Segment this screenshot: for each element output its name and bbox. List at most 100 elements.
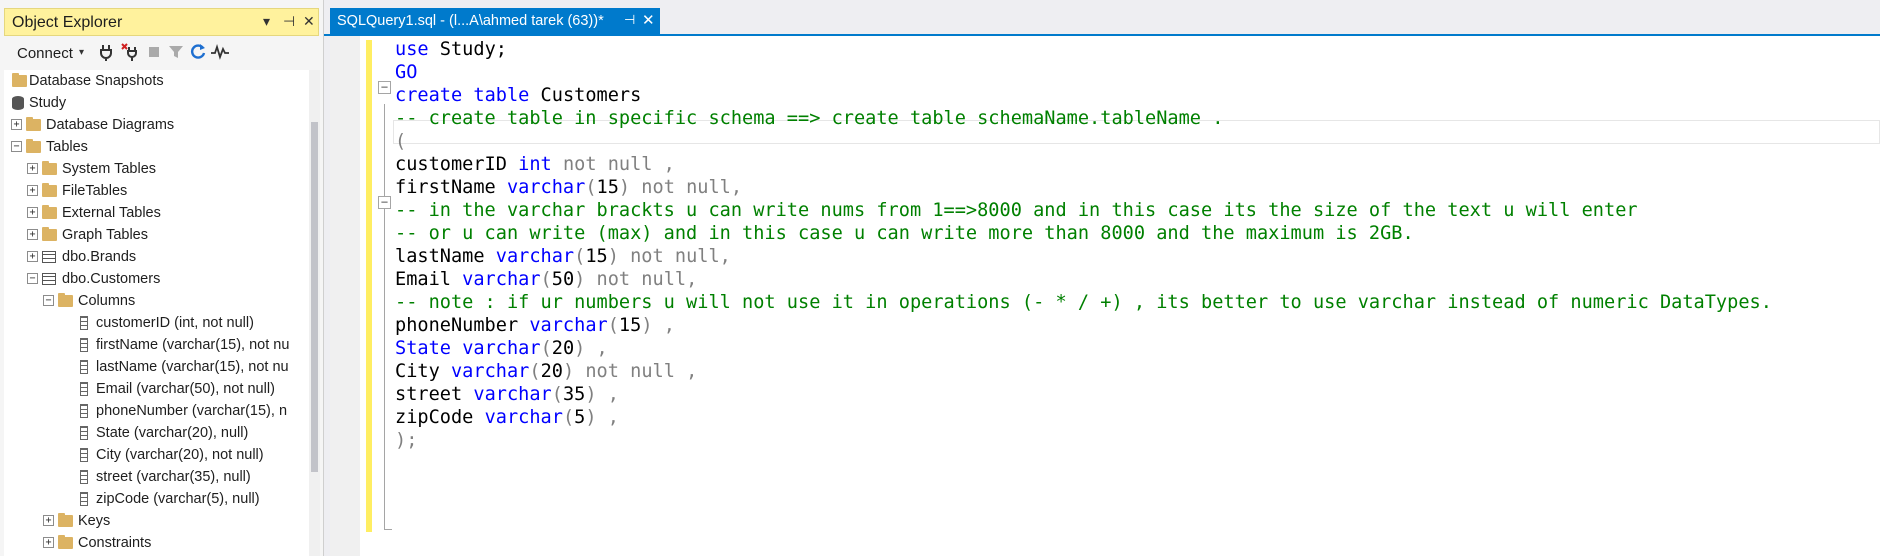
code-token: ) not null ,	[562, 361, 698, 382]
connect-plug-icon[interactable]	[96, 42, 116, 62]
tree-node-label: Graph Tables	[62, 227, 148, 243]
tree-node[interactable]: + Database Diagrams	[4, 114, 309, 136]
connect-button[interactable]: Connect	[17, 45, 73, 62]
tree-node[interactable]: Database Snapshots	[4, 70, 309, 92]
code-line[interactable]: create table Customers	[395, 84, 641, 108]
stop-icon[interactable]	[144, 42, 164, 62]
code-token: customerID	[395, 154, 519, 175]
tree-node[interactable]: − Tables	[4, 136, 309, 158]
sql-keyword: varchar	[473, 384, 552, 405]
expand-icon[interactable]: +	[27, 163, 38, 174]
tree-node[interactable]: − dbo.Customers	[4, 268, 309, 290]
tree-node[interactable]: phoneNumber (varchar(15), n	[4, 400, 309, 422]
tree-node-label: Columns	[78, 293, 136, 309]
code-token: (	[551, 384, 563, 405]
code-token: 15	[618, 315, 642, 336]
dropdown-icon[interactable]: ▾	[263, 13, 270, 30]
table-icon	[42, 273, 56, 285]
code-line[interactable]: Email varchar(50) not null,	[395, 268, 697, 292]
object-explorer-tree: Database Snapshots Study + Database Diagram…	[4, 70, 309, 556]
tree-node[interactable]: − Columns	[4, 290, 309, 312]
folder-icon	[12, 73, 27, 87]
filter-icon[interactable]	[166, 42, 186, 62]
sql-keyword: varchar	[484, 407, 563, 428]
sql-comment: -- note : if ur numbers u will not use i…	[395, 292, 1772, 313]
tree-node-label: dbo.Customers	[62, 271, 161, 287]
folder-icon	[42, 227, 57, 241]
tree-node[interactable]: + FileTables	[4, 180, 309, 202]
code-token: 20	[551, 338, 575, 359]
code-line[interactable]: -- create table in specific schema ==> c…	[395, 107, 1223, 131]
tree-node[interactable]: City (varchar(20), not null)	[4, 444, 309, 466]
collapse-icon[interactable]: −	[43, 295, 54, 306]
sql-keyword: varchar	[462, 269, 541, 290]
tree-node[interactable]: State (varchar(20), null)	[4, 422, 309, 444]
code-line[interactable]: -- in the varchar brackts u can write nu…	[395, 199, 1638, 223]
tree-node[interactable]: zipCode (varchar(5), null)	[4, 488, 309, 510]
code-line[interactable]: -- or u can write (max) and in this case…	[395, 222, 1414, 246]
code-line[interactable]: phoneNumber varchar(15) ,	[395, 314, 675, 338]
folder-icon	[42, 161, 57, 175]
code-token: firstName	[395, 177, 507, 198]
code-line[interactable]: );	[395, 429, 417, 453]
code-token: ) ,	[641, 315, 675, 336]
expand-icon[interactable]: +	[27, 251, 38, 262]
tree-scrollbar[interactable]	[309, 70, 320, 556]
code-line[interactable]: firstName varchar(15) not null,	[395, 176, 742, 200]
tree-node-label: Constraints	[78, 535, 152, 551]
code-line[interactable]: use Study;	[395, 38, 507, 62]
collapse-comment-block-icon[interactable]: −	[378, 196, 391, 209]
refresh-icon[interactable]	[188, 42, 208, 62]
tree-node[interactable]: + dbo.Brands	[4, 246, 309, 268]
connect-dropdown-icon[interactable]: ▾	[79, 47, 84, 58]
tree-node[interactable]: + Keys	[4, 510, 309, 532]
sql-keyword: table	[473, 85, 530, 106]
tab-sqlquery1[interactable]: SQLQuery1.sql - (l...A\ahmed tarek (63))…	[330, 8, 660, 34]
collapse-icon[interactable]: −	[27, 273, 38, 284]
tree-node[interactable]: + Constraints	[4, 532, 309, 554]
tree-node[interactable]: + Graph Tables	[4, 224, 309, 246]
tree-node[interactable]: + External Tables	[4, 202, 309, 224]
tree-node[interactable]: firstName (varchar(15), not nu	[4, 334, 309, 356]
pin-icon[interactable]: ⊣	[283, 13, 295, 30]
code-line[interactable]: (	[395, 130, 406, 154]
folder-icon	[58, 513, 73, 527]
expand-icon[interactable]: +	[11, 119, 22, 130]
expand-icon[interactable]: +	[43, 515, 54, 526]
tree-node[interactable]: lastName (varchar(15), not nu	[4, 356, 309, 378]
tab-close-icon[interactable]: ✕	[642, 11, 655, 29]
code-line[interactable]: lastName varchar(15) not null,	[395, 245, 731, 269]
scrollbar-thumb[interactable]	[311, 122, 318, 472]
collapse-create-table-icon[interactable]: −	[378, 81, 391, 94]
tab-pin-icon[interactable]: ⊣	[624, 12, 635, 28]
sql-keyword: varchar	[450, 361, 530, 382]
code-token: zipCode	[395, 407, 485, 428]
expand-icon[interactable]: +	[27, 229, 38, 240]
code-line[interactable]: GO	[395, 61, 417, 85]
activity-monitor-icon[interactable]	[210, 42, 230, 62]
tree-node[interactable]: Email (varchar(50), not null)	[4, 378, 309, 400]
expand-icon[interactable]: +	[27, 207, 38, 218]
tree-node[interactable]: street (varchar(35), null)	[4, 466, 309, 488]
code-line[interactable]: State varchar(20) ,	[395, 337, 608, 361]
code-line[interactable]: -- note : if ur numbers u will not use i…	[395, 291, 1772, 315]
code-line[interactable]: street varchar(35) ,	[395, 383, 619, 407]
collapse-icon[interactable]: −	[11, 141, 22, 152]
tree-node[interactable]: customerID (int, not null)	[4, 312, 309, 334]
tree-node-label: phoneNumber (varchar(15), n	[96, 403, 288, 419]
expand-icon[interactable]: +	[43, 537, 54, 548]
tree-node-label: Email (varchar(50), not null)	[96, 381, 275, 397]
disconnect-icon[interactable]	[120, 42, 140, 62]
code-line[interactable]: zipCode varchar(5) ,	[395, 406, 619, 430]
code-token: ) not null,	[574, 269, 698, 290]
code-line[interactable]: City varchar(20) not null ,	[395, 360, 697, 384]
code-line[interactable]: customerID int not null ,	[395, 153, 675, 177]
code-token: ) ,	[574, 338, 608, 359]
tree-node[interactable]: + System Tables	[4, 158, 309, 180]
expand-icon[interactable]: +	[27, 185, 38, 196]
tree-node[interactable]: Study	[4, 92, 309, 114]
close-icon[interactable]: ✕	[303, 13, 315, 30]
outline-guide	[384, 104, 385, 530]
folder-icon	[26, 139, 41, 153]
code-token: );	[395, 430, 418, 451]
